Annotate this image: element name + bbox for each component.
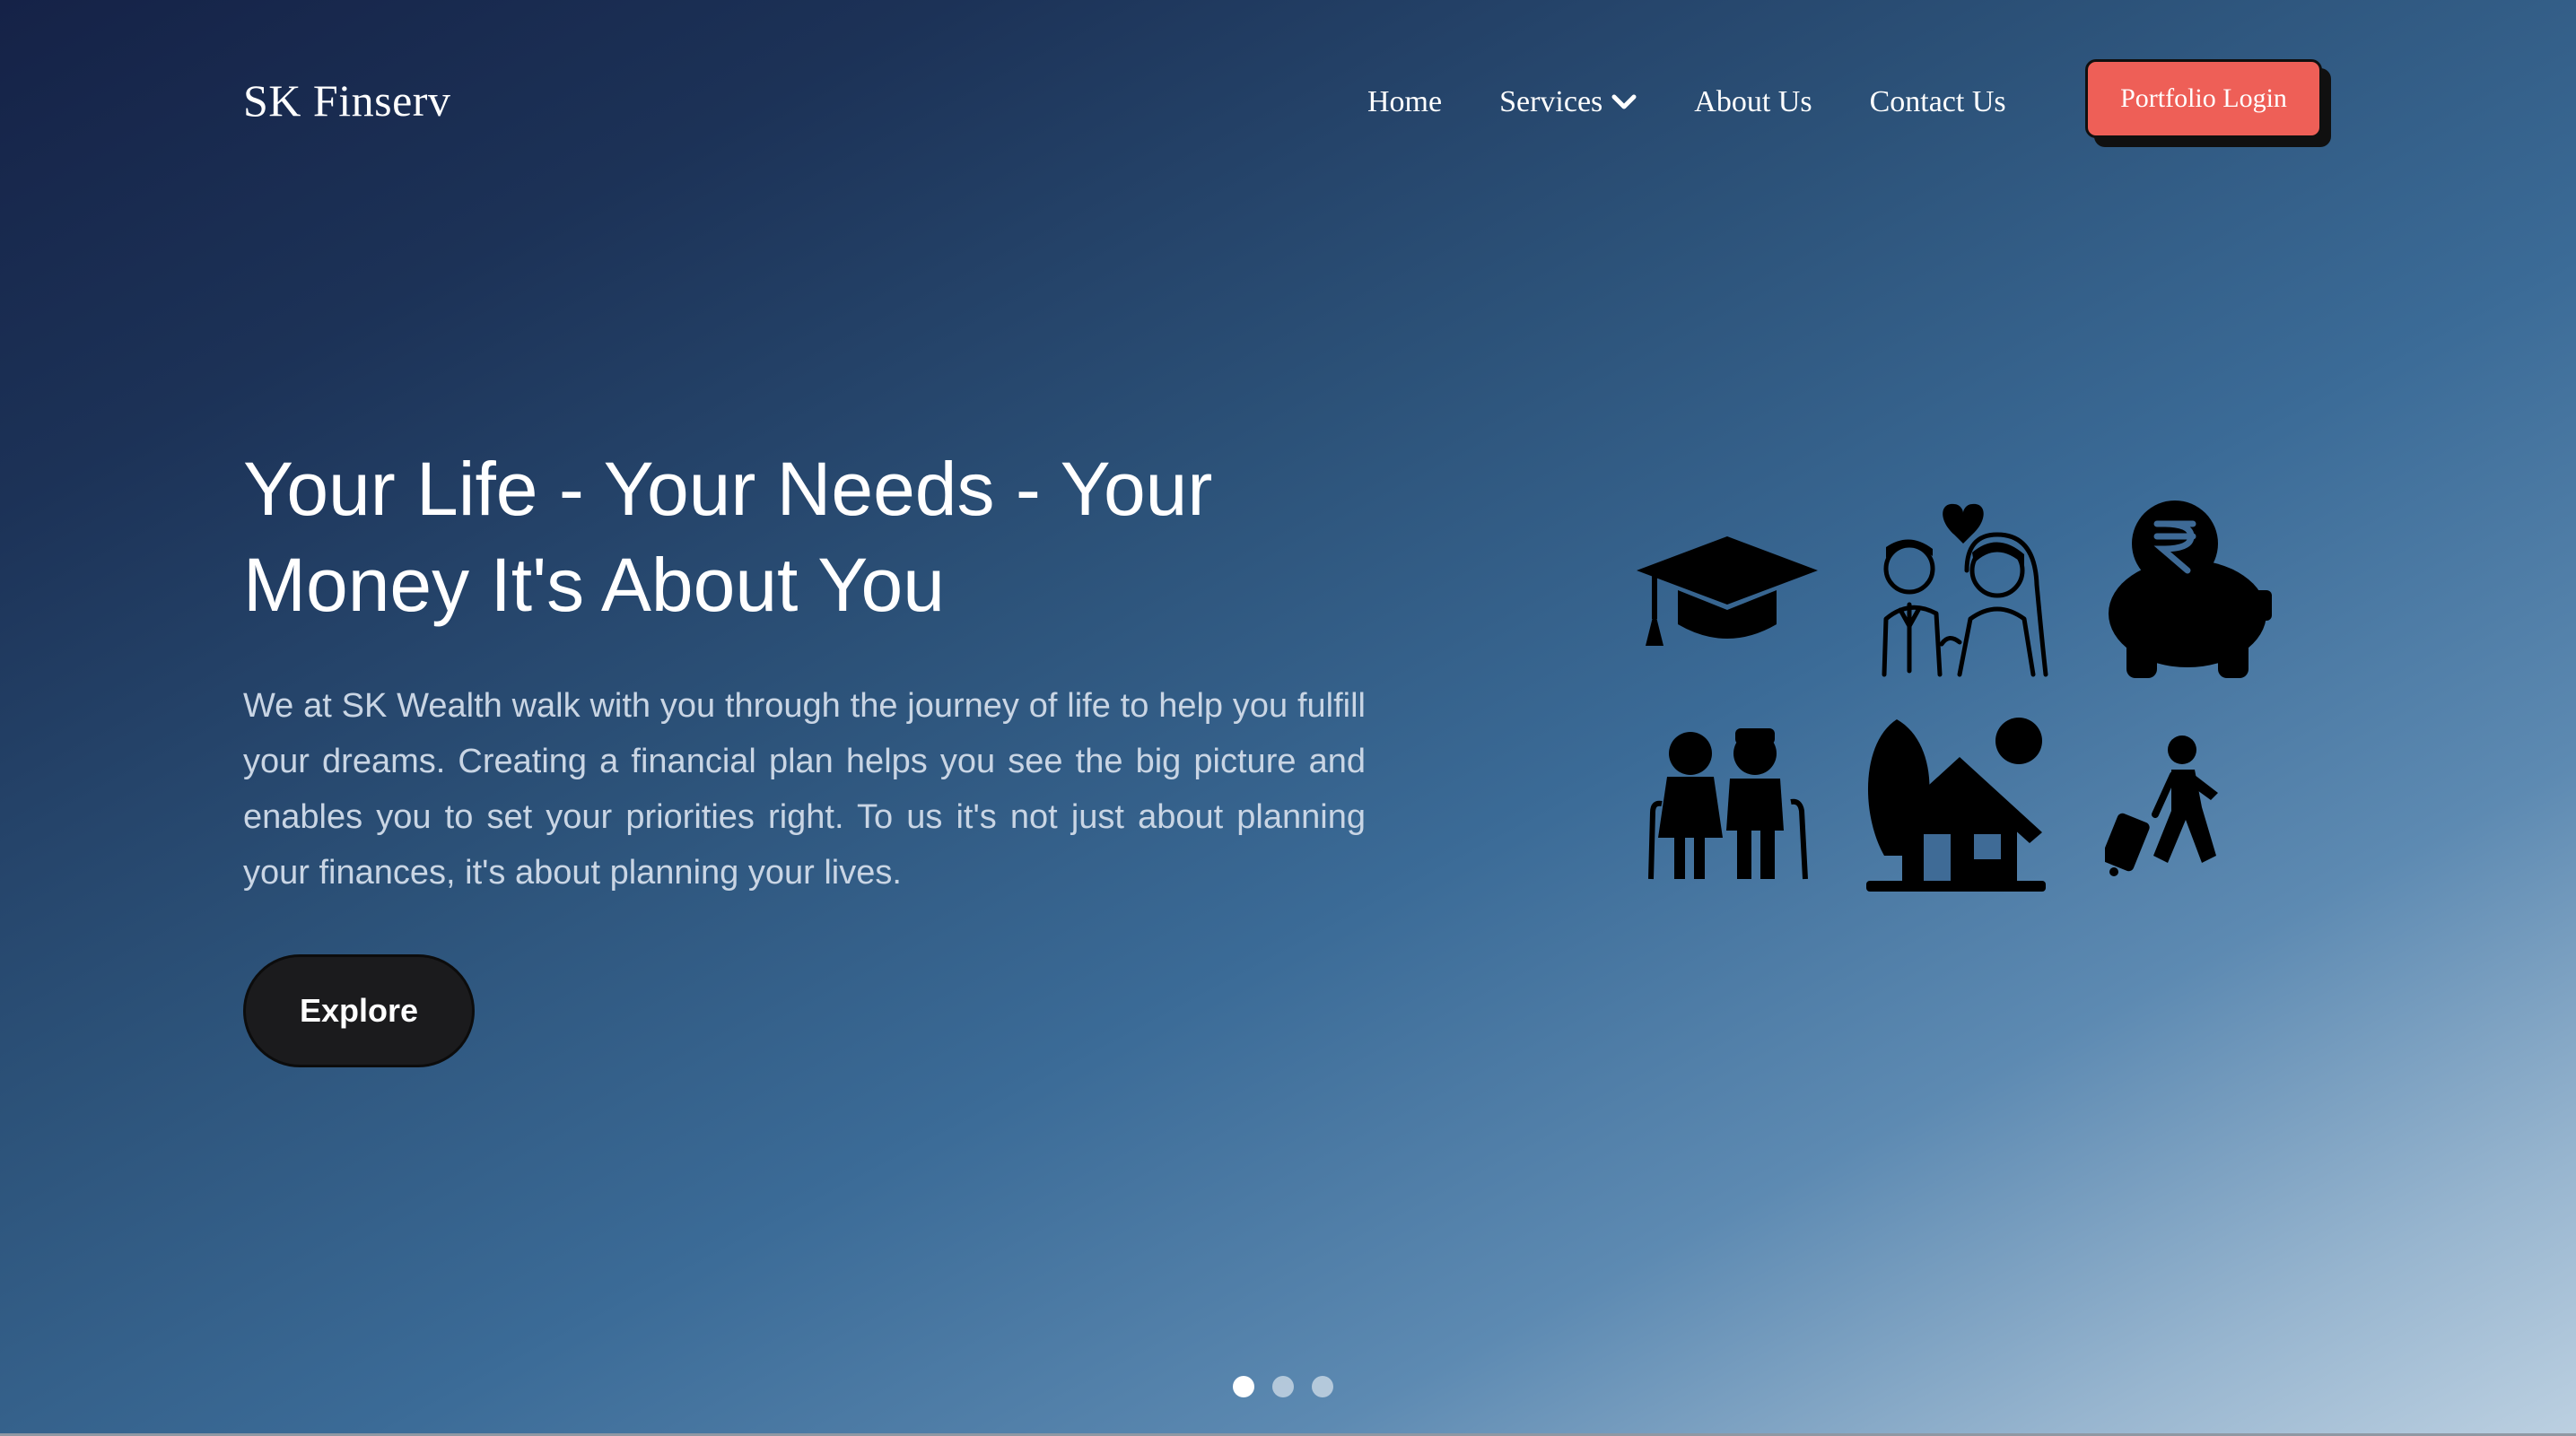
piggy-bank-rupee-icon	[2109, 500, 2272, 678]
main-nav: Home Services About Us Contact Us	[1367, 83, 2006, 122]
nav-contact-us[interactable]: Contact Us	[1870, 83, 2006, 122]
nav-about-us[interactable]: About Us	[1694, 83, 1812, 122]
carousel-dot-3[interactable]	[1312, 1376, 1333, 1397]
hero-title: Your Life - Your Needs - Your Money It's…	[243, 441, 1410, 633]
house-icon	[1866, 718, 2046, 892]
carousel-dot-2[interactable]	[1272, 1376, 1294, 1397]
hero-description: We at SK Wealth walk with you through th…	[243, 687, 1366, 892]
nav-services-label: Services	[1499, 85, 1603, 118]
graduation-cap-icon	[1637, 536, 1818, 646]
carousel-indicators	[1233, 1376, 1351, 1397]
nav-services[interactable]: Services	[1499, 83, 1637, 122]
portfolio-login-button[interactable]: Portfolio Login	[2085, 59, 2322, 138]
hero-title-line-1: Your Life - Your Needs - Your	[243, 447, 1213, 531]
brand-logo[interactable]: SK Finserv	[243, 74, 450, 127]
explore-button[interactable]: Explore	[243, 954, 475, 1067]
nav-home[interactable]: Home	[1367, 83, 1442, 122]
elderly-couple-icon	[1648, 728, 1808, 880]
wedding-couple-icon	[1882, 503, 2048, 677]
hero-title-line-2: Money It's About You	[243, 543, 945, 627]
chevron-down-icon	[1611, 94, 1637, 109]
carousel-dot-1[interactable]	[1233, 1376, 1254, 1397]
traveler-icon	[2105, 735, 2218, 876]
